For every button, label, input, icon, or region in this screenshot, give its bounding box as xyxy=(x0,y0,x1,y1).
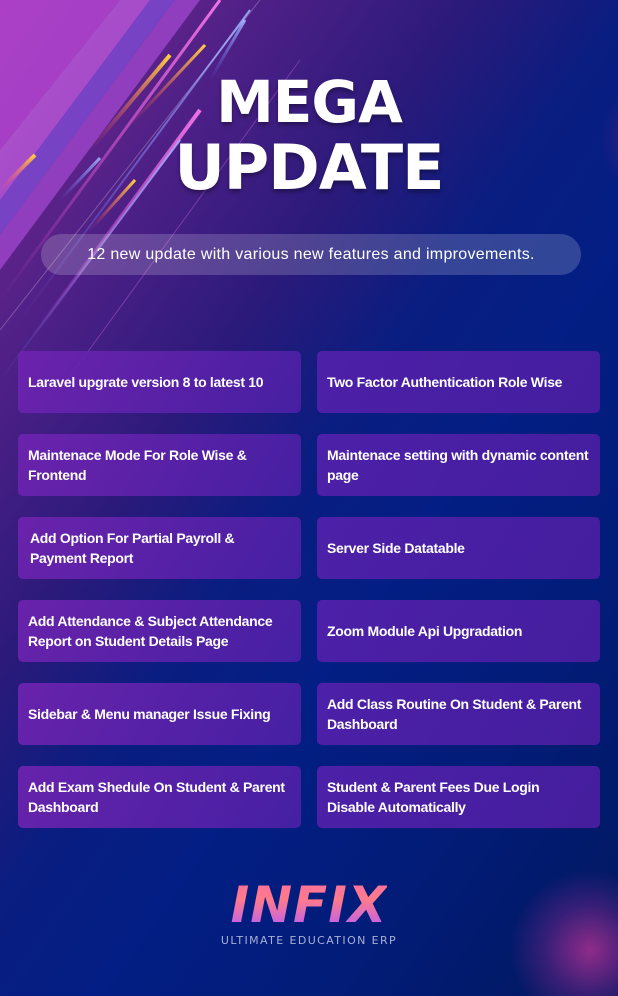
logo-tagline: ULTIMATE EDUCATION ERP xyxy=(220,934,398,947)
feature-card[interactable]: Laravel upgrate version 8 to latest 10 xyxy=(18,351,301,413)
feature-card[interactable]: Maintenace Mode For Role Wise & Frontend xyxy=(18,434,301,496)
subtitle-pill: 12 new update with various new features … xyxy=(41,234,581,275)
feature-card[interactable]: Student & Parent Fees Due Login Disable … xyxy=(317,766,600,828)
feature-card[interactable]: Add Class Routine On Student & Parent Da… xyxy=(317,683,600,745)
feature-card[interactable]: Add Exam Shedule On Student & Parent Das… xyxy=(18,766,301,828)
feature-card[interactable]: Zoom Module Api Upgradation xyxy=(317,600,600,662)
logo-text: INFIX xyxy=(230,876,388,934)
feature-card[interactable]: Maintenace setting with dynamic content … xyxy=(317,434,600,496)
feature-card[interactable]: Add Attendance & Subject Attendance Repo… xyxy=(18,600,301,662)
feature-card[interactable]: Sidebar & Menu manager Issue Fixing xyxy=(18,683,301,745)
feature-card[interactable]: Two Factor Authentication Role Wise xyxy=(317,351,600,413)
title-line-1: MEGA xyxy=(216,68,403,136)
title-line-2: UPDATE xyxy=(174,131,444,204)
brand-logo: INFIX ULTIMATE EDUCATION ERP xyxy=(0,878,618,947)
feature-card[interactable]: Server Side Datatable xyxy=(317,517,600,579)
feature-card[interactable]: Add Option For Partial Payroll & Payment… xyxy=(18,517,301,579)
